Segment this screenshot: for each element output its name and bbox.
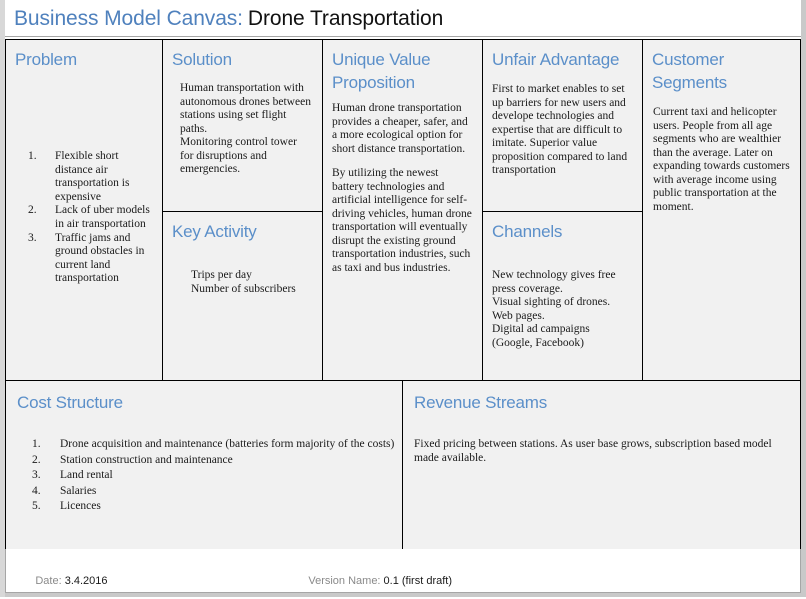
list-text: Flexible short distance air transportati…	[55, 150, 130, 203]
block-revenue-streams-body: Fixed pricing between stations. As user …	[403, 414, 800, 465]
block-unfair-advantage[interactable]: Unfair Advantage First to market enables…	[482, 39, 643, 212]
block-channels[interactable]: Channels New technology gives free press…	[482, 211, 643, 381]
block-key-activity-heading: Key Activity	[172, 222, 257, 241]
block-customer-segments-heading: Customer Segments	[652, 50, 727, 92]
page-right-edge	[801, 0, 806, 597]
list-item: 1. Flexible short distance air transporta…	[28, 150, 154, 204]
body-paragraph: Human drone transportation provides a ch…	[332, 102, 468, 155]
list-item: 2. Station construction and maintenance	[32, 453, 402, 469]
list-text: Lack of uber models in air transportatio…	[55, 204, 150, 230]
list-item: 3. Land rental	[32, 468, 402, 484]
block-customer-segments[interactable]: Customer Segments Current taxi and helic…	[642, 39, 801, 381]
canvas-title-bar: Business Model Canvas: Drone Transportat…	[5, 2, 801, 37]
block-unique-value-proposition[interactable]: Unique Value Proposition Human drone tra…	[322, 39, 483, 381]
block-key-activity[interactable]: Key Activity Trips per day Number of sub…	[162, 211, 323, 381]
list-number: 4.	[32, 484, 41, 497]
list-number: 3.	[28, 231, 37, 244]
body-paragraph: Current taxi and helicopter users. Peopl…	[653, 106, 790, 213]
list-text: Licences	[60, 500, 101, 512]
block-unique-value-proposition-body: Human drone transportation provides a ch…	[323, 94, 482, 275]
list-number: 1.	[32, 438, 41, 450]
list-item: 2. Lack of uber models in air transportat…	[28, 204, 154, 231]
canvas-title-value[interactable]: Drone Transportation	[243, 7, 443, 31]
footer-version-label: Version Name:	[308, 575, 384, 587]
block-unfair-advantage-heading: Unfair Advantage	[492, 50, 620, 69]
block-channels-body: New technology gives free press coverage…	[483, 243, 642, 350]
canvas-footer: Date: 3.4.2016 Version Name: 0.1 (first …	[5, 549, 801, 593]
block-problem-heading: Problem	[15, 50, 77, 69]
list-item: 3. Traffic jams and ground obstacles in c…	[28, 232, 154, 286]
block-solution-body: Human transportation with autonomous dro…	[163, 71, 322, 177]
list-number: 2.	[32, 453, 41, 466]
block-solution[interactable]: Solution Human transportation with auton…	[162, 39, 323, 212]
list-text: Land rental	[60, 469, 113, 481]
body-paragraph: Fixed pricing between stations. As user …	[414, 438, 772, 464]
block-unique-value-proposition-heading: Unique Value Proposition	[332, 50, 431, 92]
block-unfair-advantage-body: First to market enables to set up barrie…	[483, 71, 642, 178]
body-line: Digital ad campaigns (Google, Facebook)	[492, 323, 590, 349]
list-number: 3.	[32, 469, 41, 481]
list-text: Drone acquisition and maintenance (batte…	[60, 438, 395, 450]
page-bottom-edge	[0, 593, 806, 597]
footer-date-value[interactable]: 3.4.2016	[65, 575, 108, 587]
block-revenue-streams-heading: Revenue Streams	[414, 393, 548, 412]
block-cost-structure-heading: Cost Structure	[17, 393, 123, 412]
footer-version-value[interactable]: 0.1 (first draft)	[384, 575, 452, 587]
footer-date-label: Date:	[35, 575, 65, 587]
block-key-activity-body: Trips per day Number of subscribers	[163, 243, 322, 296]
list-number: 2.	[28, 204, 37, 217]
block-customer-segments-body: Current taxi and helicopter users. Peopl…	[643, 94, 800, 214]
list-item: 1. Drone acquisition and maintenance (bat…	[32, 437, 402, 453]
block-problem[interactable]: Problem 1. Flexible short distance air tr…	[5, 39, 163, 381]
block-cost-structure-list: 1. Drone acquisition and maintenance (bat…	[32, 437, 402, 515]
business-model-canvas-page: Business Model Canvas: Drone Transportat…	[0, 0, 806, 597]
page-left-edge	[0, 0, 5, 597]
list-text: Station construction and maintenance	[60, 453, 233, 466]
body-line: Number of subscribers	[191, 282, 296, 295]
list-item: 4. Salaries	[32, 484, 402, 500]
block-revenue-streams[interactable]: Revenue Streams Fixed pricing between st…	[402, 380, 801, 550]
body-paragraph: First to market enables to set up barrie…	[492, 83, 628, 176]
body-paragraph: By utilizing the newest battery technolo…	[332, 167, 472, 274]
body-line: Trips per day	[191, 269, 252, 281]
body-line: Visual sighting of drones.	[492, 296, 611, 308]
body-line: New technology gives free press coverage…	[492, 269, 616, 295]
list-text: Salaries	[60, 484, 97, 497]
list-text: Traffic jams and ground obstacles in cur…	[55, 231, 145, 285]
body-line: Human transportation with autonomous dro…	[180, 82, 311, 135]
block-problem-list: 1. Flexible short distance air transporta…	[28, 150, 154, 286]
canvas-grid: Problem 1. Flexible short distance air tr…	[5, 39, 801, 550]
block-cost-structure[interactable]: Cost Structure 1. Drone acquisition and m…	[5, 380, 403, 550]
list-item: 5. Licences	[32, 499, 402, 515]
list-number: 1.	[28, 150, 37, 162]
canvas-title-label: Business Model Canvas:	[14, 7, 243, 30]
body-line: Monitoring control tower for disruptions…	[180, 136, 297, 175]
block-channels-heading: Channels	[492, 222, 563, 241]
block-solution-heading: Solution	[172, 50, 232, 69]
list-number: 5.	[32, 500, 41, 512]
body-line: Web pages.	[492, 309, 545, 322]
